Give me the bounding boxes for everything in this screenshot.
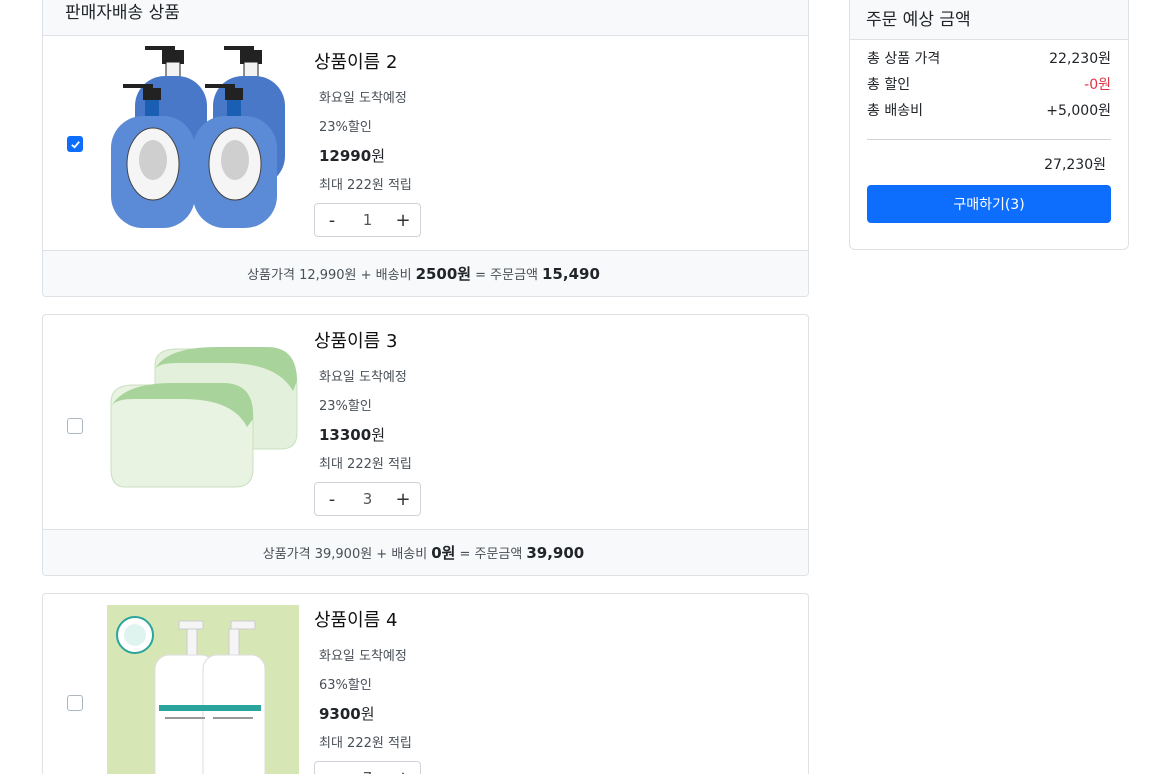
product-price: 12990원 xyxy=(319,142,421,171)
quantity-stepper: - 3 + xyxy=(314,482,421,516)
summary-row-total-price: 총 상품 가격 22,230원 xyxy=(850,46,1128,72)
quantity-stepper: - 7 + xyxy=(314,761,421,774)
product-info: 상품이름 3 화요일 도착예정 23%할인 13300원 최대 222원 적립 … xyxy=(314,327,421,516)
quantity-value[interactable]: 3 xyxy=(363,490,373,508)
shipping-fee: 0원 xyxy=(431,544,456,562)
product-image[interactable] xyxy=(107,329,299,515)
item-price-summary: 상품가격 39,900원 + 배송비 0원 = 주문금액 39,900 xyxy=(43,529,808,575)
summary-label: 총 배송비 xyxy=(867,103,923,119)
cart-item: 상품이름 2 화요일 도착예정 23%할인 12990원 최대 222원 적립 … xyxy=(42,36,809,297)
cart-item-body: 상품이름 3 화요일 도착예정 23%할인 13300원 최대 222원 적립 … xyxy=(43,315,808,529)
summary-rows: 총 상품 가격 22,230원 총 할인 -0원 총 배송비 +5,000원 xyxy=(850,40,1128,124)
shipping-fee: 2500원 xyxy=(415,265,472,283)
discount-rate: 23%할인 xyxy=(319,120,372,135)
item-checkbox[interactable] xyxy=(67,695,83,711)
cart-item-body: 상품이름 2 화요일 도착예정 23%할인 12990원 최대 222원 적립 … xyxy=(43,36,808,250)
order-amount: 39,900 xyxy=(526,543,585,562)
body-wash-bottles-icon xyxy=(111,46,285,228)
item-checkbox[interactable] xyxy=(67,418,83,434)
delivery-date: 화요일 도착예정 xyxy=(319,649,407,664)
cart-column: 판매자배송 상품 상품이름 2 화요일 도착예정 23%할인 12990원 최대… xyxy=(42,0,809,774)
quantity-value[interactable]: 1 xyxy=(363,211,373,229)
decrease-button[interactable]: - xyxy=(323,768,341,774)
product-price: 13300원 xyxy=(319,421,421,450)
summary-divider xyxy=(867,139,1111,140)
increase-button[interactable]: + xyxy=(394,489,412,510)
reward-points: 최대 222원 적립 xyxy=(319,457,412,472)
product-name[interactable]: 상품이름 3 xyxy=(314,327,421,353)
item-checkbox[interactable] xyxy=(67,136,83,152)
price-value: 13300 xyxy=(319,426,372,444)
decrease-button[interactable]: - xyxy=(323,210,341,231)
delivery-date: 화요일 도착예정 xyxy=(319,370,407,385)
quantity-value[interactable]: 7 xyxy=(363,769,373,774)
summary-value: +5,000원 xyxy=(1046,103,1111,119)
summary-value: 22,230원 xyxy=(1049,51,1111,67)
order-amount-label: = 주문금액 xyxy=(459,547,523,562)
discount-rate: 63%할인 xyxy=(319,678,372,693)
product-image[interactable] xyxy=(107,605,299,774)
price-unit: 원 xyxy=(360,705,375,723)
summary-label: 총 할인 xyxy=(867,77,911,93)
product-name[interactable]: 상품이름 2 xyxy=(314,48,421,74)
cart-item: 상품이름 4 화요일 도착예정 63%할인 9300원 최대 222원 적립 -… xyxy=(42,593,809,774)
product-name[interactable]: 상품이름 4 xyxy=(314,606,421,632)
product-price-label: 상품가격 39,900원 + 배송비 xyxy=(262,547,428,562)
decrease-button[interactable]: - xyxy=(323,489,341,510)
price-value: 9300 xyxy=(319,705,361,723)
summary-label: 총 상품 가격 xyxy=(867,51,941,67)
checkmark-icon xyxy=(70,140,80,149)
reward-points: 최대 222원 적립 xyxy=(319,736,412,751)
cart-item: 상품이름 3 화요일 도착예정 23%할인 13300원 최대 222원 적립 … xyxy=(42,314,809,576)
product-info: 상품이름 2 화요일 도착예정 23%할인 12990원 최대 222원 적립 … xyxy=(314,48,421,237)
summary-total: 27,230원 xyxy=(1044,157,1106,173)
section-title: 판매자배송 상품 xyxy=(42,0,809,36)
delivery-date: 화요일 도착예정 xyxy=(319,91,407,106)
price-unit: 원 xyxy=(371,426,385,444)
cart-item-body: 상품이름 4 화요일 도착예정 63%할인 9300원 최대 222원 적립 -… xyxy=(43,594,808,774)
summary-row-total-shipping: 총 배송비 +5,000원 xyxy=(850,98,1128,124)
price-unit: 원 xyxy=(371,147,385,165)
item-price-summary: 상품가격 12,990원 + 배송비 2500원 = 주문금액 15,490 xyxy=(43,250,808,296)
summary-value: -0원 xyxy=(1084,77,1111,93)
silicone-pouches-icon xyxy=(110,347,298,488)
product-info: 상품이름 4 화요일 도착예정 63%할인 9300원 최대 222원 적립 -… xyxy=(314,606,421,774)
increase-button[interactable]: + xyxy=(394,768,412,774)
reward-points: 최대 222원 적립 xyxy=(319,178,412,193)
product-price: 9300원 xyxy=(319,700,421,729)
blanc-lotion-bottles-icon xyxy=(116,616,266,774)
order-amount: 15,490 xyxy=(542,264,600,283)
summary-row-total-discount: 총 할인 -0원 xyxy=(850,72,1128,98)
order-summary-panel: 주문 예상 금액 총 상품 가격 22,230원 총 할인 -0원 총 배송비 … xyxy=(849,0,1129,250)
product-price-label: 상품가격 12,990원 + 배송비 xyxy=(247,268,412,283)
quantity-stepper: - 1 + xyxy=(314,203,421,237)
order-amount-label: = 주문금액 xyxy=(475,268,538,283)
purchase-button[interactable]: 구매하기(3) xyxy=(867,185,1111,223)
discount-rate: 23%할인 xyxy=(319,399,372,414)
product-image[interactable] xyxy=(107,42,299,228)
summary-title: 주문 예상 금액 xyxy=(850,0,1128,40)
increase-button[interactable]: + xyxy=(394,210,412,231)
price-value: 12990 xyxy=(319,147,372,165)
